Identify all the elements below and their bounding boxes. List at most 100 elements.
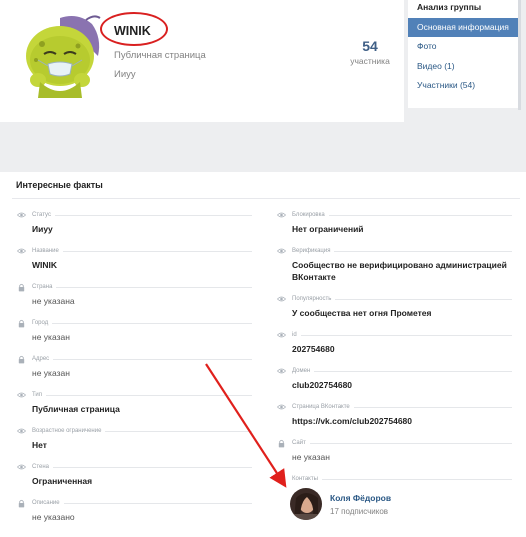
page-title: WINIK [114, 24, 151, 38]
fact-divider [309, 442, 512, 444]
fact-value: Нет ограничений [292, 224, 364, 234]
fact-divider [53, 358, 252, 360]
fact-divider [62, 250, 252, 252]
fact-value: WINIK [32, 260, 58, 270]
fact-item: Стена Ограниченная [16, 462, 252, 487]
menu-item-photos[interactable]: Фото [408, 37, 518, 57]
fact-header: Страна [16, 282, 252, 292]
menu-item-main-info[interactable]: Основная информация [408, 17, 518, 37]
fact-divider [328, 214, 512, 216]
fact-value: не указан [32, 368, 70, 378]
fact-header: id [276, 330, 512, 340]
fact-label: Популярность [292, 296, 332, 302]
fact-divider [105, 430, 252, 432]
fact-label: Верификация [292, 248, 331, 254]
fact-value: не указан [292, 452, 330, 462]
fact-value: не указано [32, 512, 75, 522]
followers-label: участника [350, 56, 390, 66]
fact-header: Стена [16, 462, 252, 472]
fact-item: Статус Ииуу [16, 210, 252, 235]
fact-value: club202754680 [292, 380, 353, 390]
fact-label: Домен [292, 368, 311, 374]
eye-icon [16, 210, 26, 220]
profile-card: WINIK Публичная страница Ииуу 54 участни… [0, 0, 404, 122]
fact-header: Адрес [16, 354, 252, 364]
fact-item: Страница ВКонтакте https://vk.com/club202… [276, 402, 512, 427]
fact-item: Страна не указана [16, 282, 252, 307]
fact-header: Блокировка [276, 210, 512, 220]
fact-label: Тип [32, 392, 43, 398]
eye-icon [16, 246, 26, 256]
fact-label: Страна [32, 284, 53, 290]
fact-label: Сайт [292, 440, 306, 446]
contact-name[interactable]: Коля Фёдоров [330, 493, 391, 503]
eye-icon [276, 330, 286, 340]
contact-avatar[interactable] [290, 488, 322, 520]
contacts-section: Контакты Коля Фёдоров 17 подписчиков [276, 474, 512, 520]
fact-divider [53, 466, 252, 468]
followers-count: 54 [362, 38, 378, 54]
followers-stat[interactable]: 54 участника [346, 38, 394, 66]
fact-label: Возрастное ограничение [32, 428, 102, 434]
fact-label: Город [32, 320, 49, 326]
fact-divider [54, 214, 252, 216]
eye-icon [276, 246, 286, 256]
fact-label: Название [32, 248, 59, 254]
fact-header: Тип [16, 390, 252, 400]
fact-header: Контакты [276, 474, 512, 484]
fact-value: У сообщества нет огня Прометея [292, 308, 432, 318]
facts-left-column: Статус Ииуу Название WINIK Страна не указана Г… [16, 210, 252, 534]
fact-header: Популярность [276, 294, 512, 304]
fact-value: Публичная страница [32, 404, 120, 414]
fact-value: Ииуу [32, 224, 53, 234]
fact-divider [353, 406, 512, 408]
fact-value: https://vk.com/club202754680 [292, 416, 413, 426]
menu-item-videos[interactable]: Видео (1) [408, 57, 518, 77]
lock-icon [276, 438, 286, 448]
fact-header: Описание [16, 498, 252, 508]
fact-item: Домен club202754680 [276, 366, 512, 391]
fact-item: Верификация Сообщество не верифицировано … [276, 246, 512, 283]
fact-divider [300, 334, 512, 336]
fact-label: id [292, 332, 297, 338]
fact-header: Название [16, 246, 252, 256]
eye-icon [16, 390, 26, 400]
fact-item: Сайт не указан [276, 438, 512, 463]
fact-label: Адрес [32, 356, 50, 362]
fact-header: Сайт [276, 438, 512, 448]
contact-subscribers: 17 подписчиков [330, 506, 389, 516]
fact-divider [63, 502, 252, 504]
fact-item: Название WINIK [16, 246, 252, 271]
fact-label: Описание [32, 500, 60, 506]
contact-card[interactable]: Коля Фёдоров 17 подписчиков [290, 488, 512, 520]
fact-divider [334, 250, 512, 252]
fact-item: Адрес не указан [16, 354, 252, 379]
side-menu: Анализ группы Основная информация Фото В… [408, 0, 518, 108]
fact-value: не указана [32, 296, 75, 306]
facts-title: Интересные факты [16, 180, 103, 190]
eye-icon [276, 366, 286, 376]
eye-icon [16, 426, 26, 436]
eye-icon [276, 402, 286, 412]
fact-value: Нет [32, 440, 47, 450]
fact-header: Возрастное ограничение [16, 426, 252, 436]
fact-label: Стена [32, 464, 50, 470]
menu-item-members[interactable]: Участники (54) [408, 76, 518, 96]
lock-icon [16, 498, 26, 508]
menu-item-group-analysis[interactable]: Анализ группы [408, 0, 518, 18]
fact-divider [52, 322, 252, 324]
fact-label: Страница ВКонтакте [292, 404, 350, 410]
fact-value: Ограниченная [32, 476, 93, 486]
community-avatar[interactable] [20, 10, 104, 100]
fact-label: Статус [32, 212, 51, 218]
fact-header: Город [16, 318, 252, 328]
fact-divider [335, 298, 512, 300]
page-status: Ииуу [114, 69, 136, 80]
fact-header: Статус [16, 210, 252, 220]
lock-icon [16, 354, 26, 364]
page-type: Публичная страница [114, 50, 206, 61]
fact-value: Сообщество не верифицировано администрац… [292, 260, 507, 282]
fact-header: Домен [276, 366, 512, 376]
fact-label: Блокировка [292, 212, 325, 218]
fact-header: Страница ВКонтакте [276, 402, 512, 412]
